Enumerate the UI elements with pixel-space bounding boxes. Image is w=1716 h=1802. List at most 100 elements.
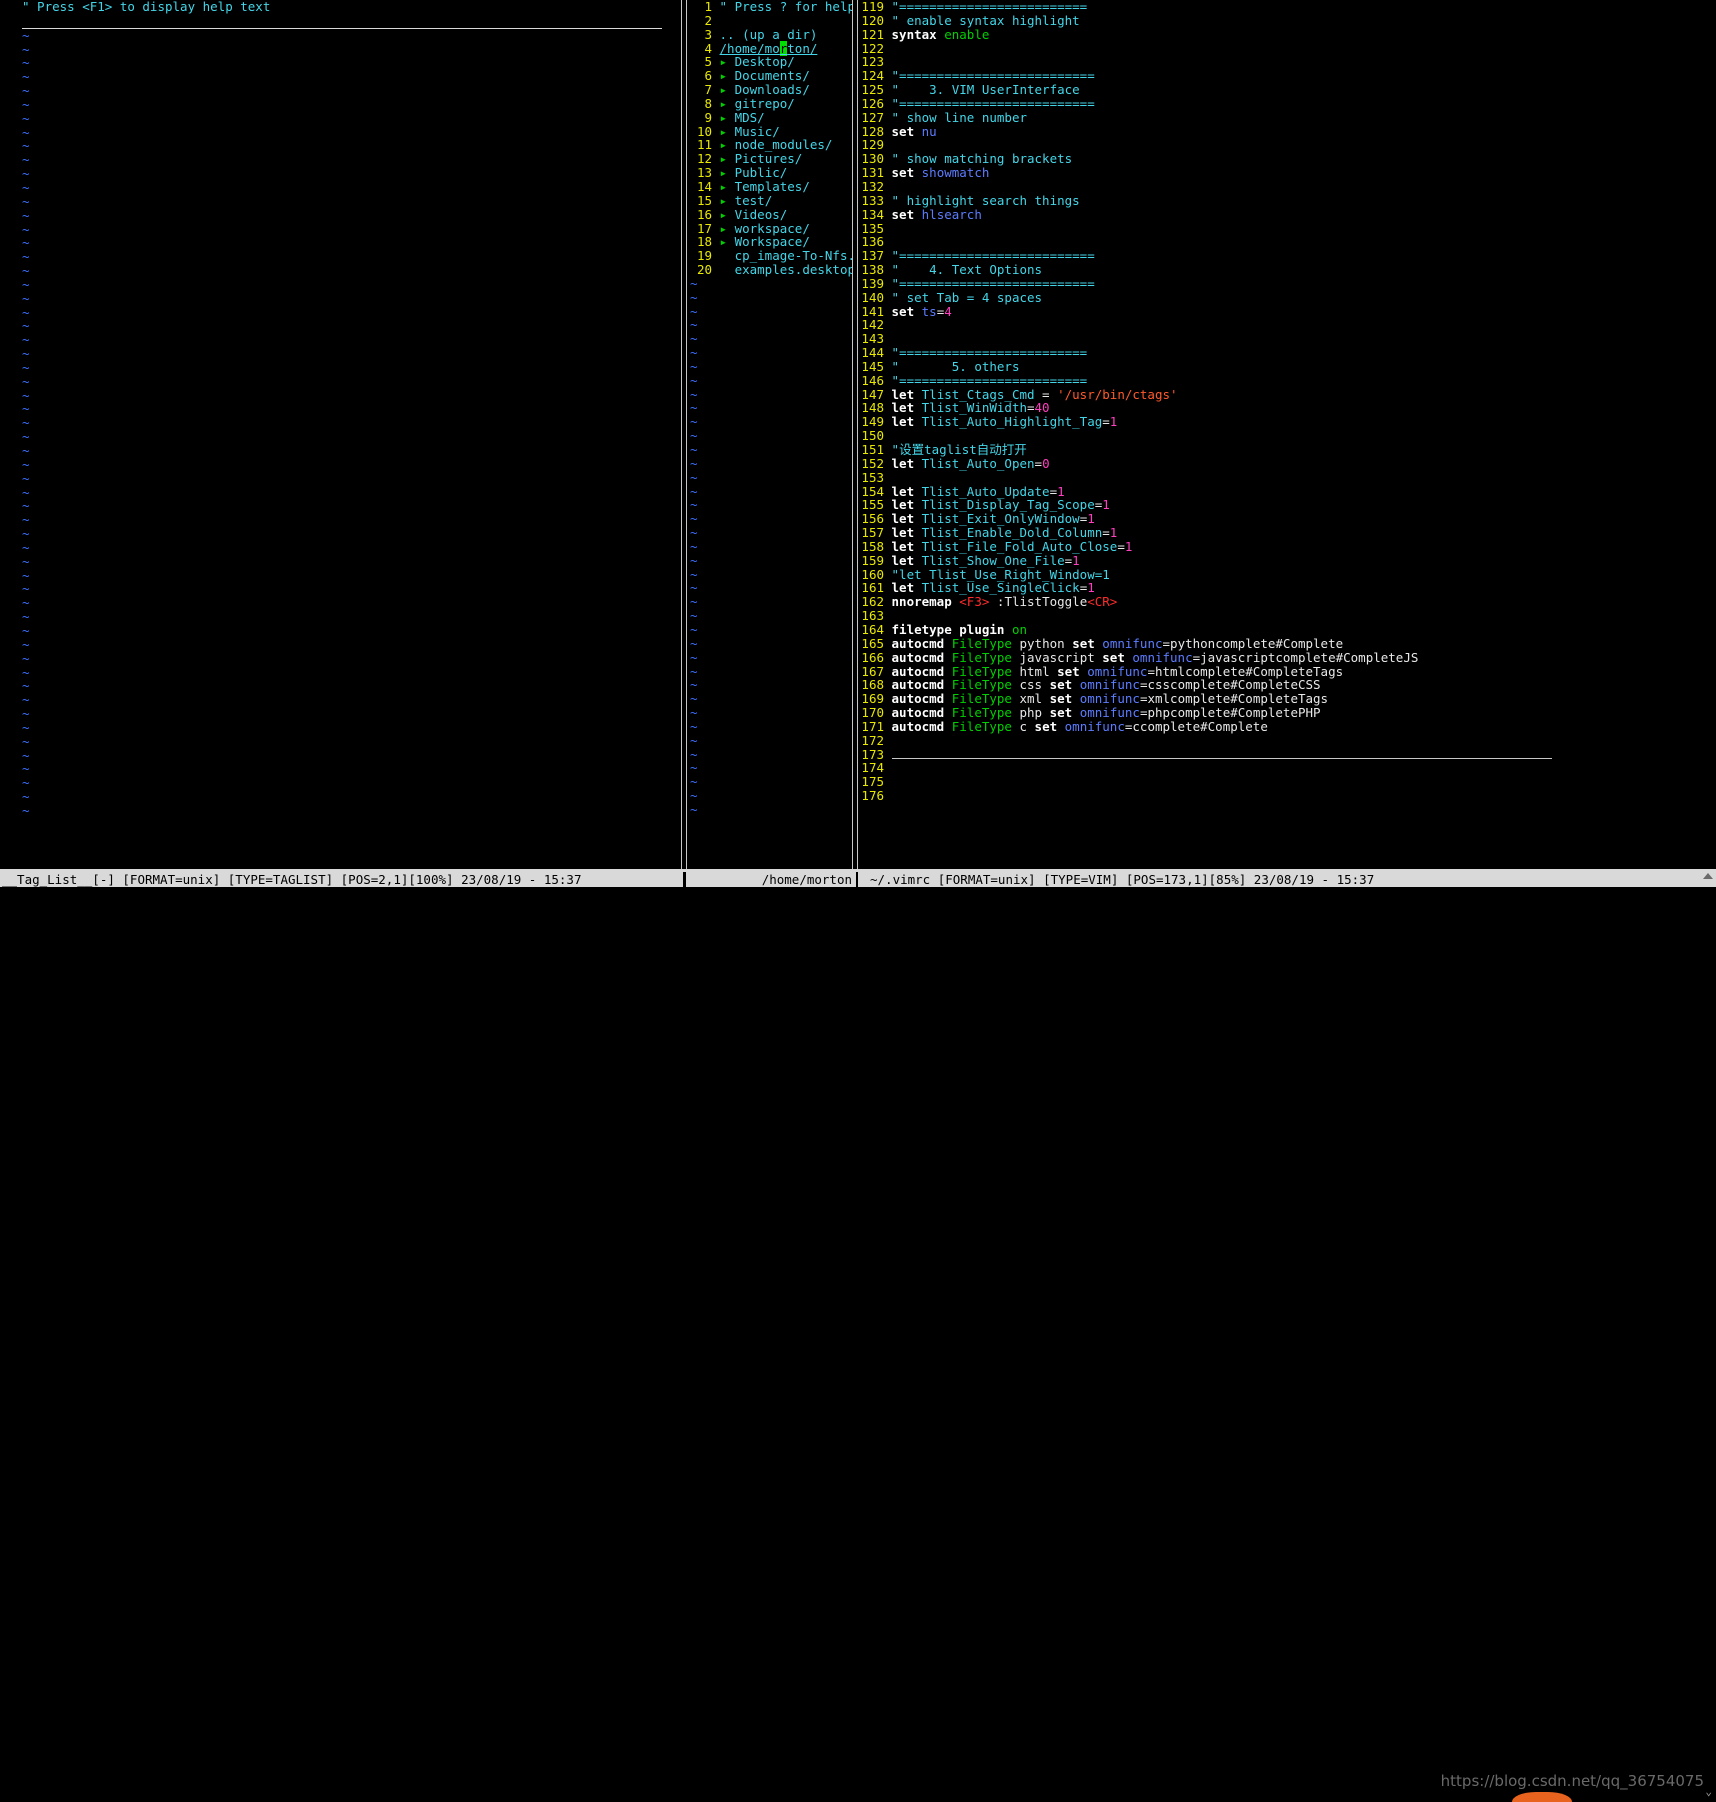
code-line[interactable]: 149 let Tlist_Auto_Highlight_Tag=1 (858, 415, 1716, 429)
code-line[interactable]: 161 let Tlist_Use_SingleClick=1 (858, 581, 1716, 595)
code-line[interactable]: 174 (858, 761, 1716, 775)
netrw-directory-name[interactable]: node_modules/ (727, 137, 833, 152)
chevron-right-icon[interactable]: ▸ (720, 96, 728, 111)
netrw-row[interactable]: 10 ▸ Music/ (686, 124, 856, 139)
code-line[interactable]: 172 (858, 733, 1716, 748)
chevron-right-icon[interactable]: ▸ (720, 179, 728, 194)
netrw-up-dir-entry[interactable]: .. (up a dir) (720, 27, 818, 42)
taglist-pane[interactable]: " Press <F1> to display help text ~ ~ ~ ~ ~ ~… (0, 0, 686, 872)
netrw-directory-name[interactable]: Desktop/ (727, 54, 795, 69)
code-line[interactable]: 142 (858, 318, 1716, 332)
netrw-row[interactable]: 17 ▸ workspace/ (686, 221, 856, 236)
netrw-row[interactable]: 15 ▸ test/ (686, 193, 856, 208)
code-line[interactable]: 175 (858, 775, 1716, 789)
code-line[interactable]: 124 "========================== (858, 69, 1716, 83)
code-line[interactable]: 165 autocmd FileType python set omnifunc… (858, 636, 1716, 651)
code-line[interactable]: 138 " 4. Text Options (858, 263, 1716, 277)
chevron-right-icon[interactable]: ▸ (720, 124, 728, 139)
netrw-row[interactable]: 13 ▸ Public/ (686, 166, 856, 180)
netrw-directory-name[interactable]: Music/ (727, 124, 780, 139)
code-line[interactable]: 120 " enable syntax highlight (858, 13, 1716, 28)
code-line[interactable]: 154 let Tlist_Auto_Update=1 (858, 484, 1716, 499)
code-line[interactable]: 140 " set Tab = 4 spaces (858, 290, 1716, 305)
code-line[interactable]: 129 (858, 138, 1716, 152)
netrw-row[interactable]: 12 ▸ Pictures/ (686, 152, 856, 166)
chevron-right-icon[interactable]: ▸ (720, 82, 728, 97)
netrw-directory-name[interactable]: Downloads/ (727, 82, 810, 97)
code-line[interactable]: 137 "========================== (858, 249, 1716, 263)
netrw-directory-name[interactable]: workspace/ (727, 221, 810, 236)
code-line[interactable]: 119 "========================= (858, 0, 1716, 14)
code-line[interactable]: 152 let Tlist_Auto_Open=0 (858, 456, 1716, 471)
scrollbar-up-arrow[interactable] (1703, 873, 1713, 879)
code-line[interactable]: 166 autocmd FileType javascript set omni… (858, 650, 1716, 665)
code-line[interactable]: 155 let Tlist_Display_Tag_Scope=1 (858, 498, 1716, 512)
netrw-directory-name[interactable]: Videos/ (727, 207, 788, 222)
code-line[interactable]: 148 let Tlist_WinWidth=40 (858, 401, 1716, 415)
code-line[interactable]: 134 set hlsearch (858, 207, 1716, 222)
netrw-row[interactable]: 6 ▸ Documents/ (686, 69, 856, 83)
netrw-row[interactable]: 11 ▸ node_modules/ (686, 138, 856, 152)
code-line[interactable]: 132 (858, 180, 1716, 194)
netrw-file-name[interactable]: examples.desktop (720, 262, 855, 277)
netrw-directory-name[interactable]: Public/ (727, 165, 788, 180)
taskbar-app-indicator[interactable] (1512, 1792, 1572, 1802)
netrw-directory-name[interactable]: Pictures/ (727, 151, 803, 166)
netrw-directory-name[interactable]: Templates/ (727, 179, 810, 194)
chevron-right-icon[interactable]: ▸ (720, 110, 728, 125)
code-line[interactable]: 144 "========================= (858, 346, 1716, 360)
netrw-directory-name[interactable]: Documents/ (727, 68, 810, 83)
code-line[interactable]: 128 set nu (858, 124, 1716, 139)
netrw-row[interactable]: 16 ▸ Videos/ (686, 207, 856, 222)
code-line[interactable]: 145 " 5. others (858, 360, 1716, 374)
netrw-row[interactable]: 8 ▸ gitrepo/ (686, 96, 856, 111)
netrw-row[interactable]: 18 ▸ Workspace/ (686, 235, 856, 249)
netrw-listing[interactable]: 1 " Press ? for help 2 3 .. (up a dir) 4 /… (686, 0, 856, 277)
chevron-right-icon[interactable]: ▸ (720, 54, 728, 69)
netrw-row[interactable]: 20 examples.desktop (686, 263, 856, 277)
chevron-right-icon[interactable]: ▸ (720, 137, 728, 152)
chevron-right-icon[interactable]: ▸ (720, 221, 728, 236)
code-line[interactable]: 146 "========================= (858, 373, 1716, 388)
netrw-file-name[interactable]: cp_image-To-Nfs.sh* (720, 248, 856, 263)
netrw-row[interactable]: 14 ▸ Templates/ (686, 180, 856, 194)
code-line[interactable]: 136 (858, 235, 1716, 249)
code-line[interactable]: 141 set ts=4 (858, 304, 1716, 319)
code-line[interactable]: 126 "========================== (858, 96, 1716, 111)
code-line[interactable]: 160 "let Tlist_Use_Right_Window=1 (858, 567, 1716, 582)
code-line[interactable]: 159 let Tlist_Show_One_File=1 (858, 553, 1716, 568)
code-line[interactable]: 139 "========================== (858, 276, 1716, 291)
chevron-right-icon[interactable]: ▸ (720, 207, 728, 222)
code-line[interactable]: 125 " 3. VIM UserInterface (858, 83, 1716, 97)
code-line[interactable]: 176 (858, 789, 1716, 803)
code-line[interactable]: 169 autocmd FileType xml set omnifunc=xm… (858, 692, 1716, 706)
code-line[interactable]: 151 "设置taglist自动打开 (858, 443, 1716, 457)
chevron-right-icon[interactable]: ▸ (720, 165, 728, 180)
code-line[interactable]: 143 (858, 332, 1716, 346)
chevron-right-icon[interactable]: ▸ (720, 151, 728, 166)
code-line[interactable]: 153 (858, 470, 1716, 485)
code-line[interactable]: 131 set showmatch (858, 166, 1716, 180)
netrw-row[interactable]: 5 ▸ Desktop/ (686, 55, 856, 69)
code-line[interactable]: 122 (858, 41, 1716, 56)
code-line[interactable]: 170 autocmd FileType php set omnifunc=ph… (858, 706, 1716, 720)
code-line[interactable]: 158 let Tlist_File_Fold_Auto_Close=1 (858, 539, 1716, 554)
netrw-row[interactable]: 19 cp_image-To-Nfs.sh* (686, 249, 856, 263)
netrw-row[interactable]: 4 /home/morton/ (686, 40, 856, 56)
code-line[interactable]: 121 syntax enable (858, 27, 1716, 42)
code-line[interactable]: 147 let Tlist_Ctags_Cmd = '/usr/bin/ctag… (858, 387, 1716, 402)
code-line[interactable]: 157 let Tlist_Enable_Dold_Column=1 (858, 526, 1716, 540)
code-line[interactable]: 127 " show line number (858, 110, 1716, 125)
netrw-row[interactable]: 2 (686, 13, 856, 28)
chevron-right-icon[interactable]: ▸ (720, 193, 728, 208)
code-line[interactable]: 173 (858, 747, 1716, 762)
code-line[interactable]: 162 nnoremap <F3> :TlistToggle<CR> (858, 595, 1716, 609)
code-line[interactable]: 164 filetype plugin on (858, 623, 1716, 637)
netrw-directory-name[interactable]: MDS/ (727, 110, 765, 125)
code-line[interactable]: 130 " show matching brackets (858, 152, 1716, 166)
code-line[interactable]: 156 let Tlist_Exit_OnlyWindow=1 (858, 512, 1716, 526)
netrw-directory-name[interactable]: gitrepo/ (727, 96, 795, 111)
code-line[interactable]: 167 autocmd FileType html set omnifunc=h… (858, 664, 1716, 679)
code-line[interactable]: 123 (858, 55, 1716, 69)
netrw-directory-name[interactable]: Workspace/ (727, 234, 810, 249)
